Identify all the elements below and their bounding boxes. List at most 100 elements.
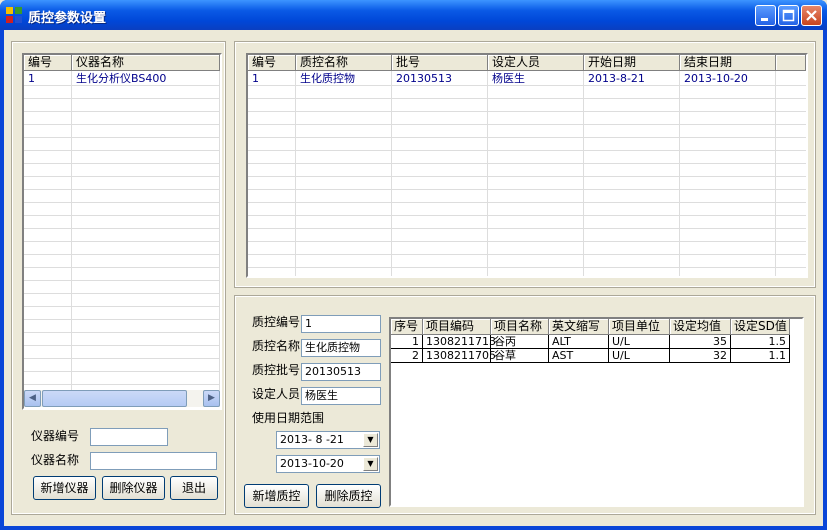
delete-instrument-button[interactable]: 删除仪器 [102,476,165,500]
column-header[interactable]: 项目单位 [609,319,670,335]
end-date-picker[interactable]: 2013-10-20 ▼ [276,455,380,473]
title-bar[interactable]: 质控参数设置 [0,0,827,30]
table-cell[interactable]: 32 [670,349,731,363]
maximize-button[interactable] [778,5,799,26]
column-header[interactable]: 开始日期 [584,55,680,71]
table-cell[interactable]: 1.5 [731,335,790,349]
grid-line [775,71,776,276]
column-header[interactable]: 设定人员 [488,55,584,71]
close-icon [806,10,817,21]
table-cell[interactable]: 1 [248,72,296,86]
qc-detail-panel: 质控编号 1 质控名称 生化质控物 质控批号 20130513 设定人员 杨医生… [234,295,816,515]
table-cell[interactable]: 1 [391,335,423,349]
qc-grid[interactable]: 编号 质控名称 批号 设定人员 开始日期 结束日期 1 生化质控物 201305… [246,53,808,278]
table-cell[interactable]: 2013-8-21 [584,72,680,86]
column-header[interactable]: 质控名称 [296,55,392,71]
table-cell[interactable]: 1.1 [731,349,790,363]
table-cell[interactable]: 杨医生 [488,72,584,86]
grid-line [248,124,806,125]
scroll-thumb[interactable] [42,390,187,407]
column-header[interactable]: 仪器名称 [72,55,220,71]
table-cell[interactable]: 生化分析仪BS400 [72,72,216,86]
table-cell[interactable]: U/L [609,335,670,349]
date-range-label: 使用日期范围 [252,411,325,425]
column-header[interactable]: 编号 [24,55,72,71]
grid-line [24,293,220,294]
app-grid-icon [6,7,22,23]
chevron-left-icon: ◀ [29,393,36,403]
add-instrument-button[interactable]: 新增仪器 [33,476,96,500]
instrument-id-field[interactable] [90,428,168,446]
qc-batch-field[interactable]: 20130513 [301,363,381,381]
table-cell[interactable]: 1308211713 [423,335,496,349]
qc-batch-label: 质控批号 [252,363,301,377]
column-header[interactable]: 编号 [248,55,296,71]
qc-person-field[interactable]: 杨医生 [301,387,381,405]
close-button[interactable] [801,5,822,26]
qc-id-field[interactable]: 1 [301,315,381,333]
app-window: 质控参数设置 编号 仪器名称 1 生化分析仪BS400 ◀ ▶ 仪器编号 仪器名… [0,0,827,530]
grid-line [24,358,220,359]
table-cell[interactable]: 1308211705 [423,349,496,363]
column-header[interactable]: 结束日期 [680,55,776,71]
scroll-right-button[interactable]: ▶ [203,390,220,407]
horizontal-scrollbar[interactable]: ◀ ▶ [24,390,220,407]
column-header[interactable]: 设定SD值 [731,319,790,335]
column-header[interactable]: 序号 [391,319,423,335]
grid-line [24,98,220,99]
grid-line [583,71,584,276]
exit-button[interactable]: 退出 [170,476,218,500]
qc-person-label: 设定人员 [252,387,301,401]
table-cell[interactable]: 35 [670,335,731,349]
table-cell[interactable]: 谷丙 [491,335,549,349]
instrument-name-field[interactable] [90,452,217,470]
grid-line [24,202,220,203]
qc-name-label: 质控名称 [252,339,301,353]
column-header[interactable]: 项目名称 [491,319,549,335]
minimize-button[interactable] [755,5,776,26]
grid-line [24,124,220,125]
grid-line [71,71,72,390]
grid-line [248,254,806,255]
grid-line [248,189,806,190]
table-cell[interactable]: 2 [391,349,423,363]
grid-line [248,163,806,164]
add-qc-button[interactable]: 新增质控 [244,484,309,508]
grid-line [24,280,220,281]
column-header[interactable]: 批号 [392,55,488,71]
table-cell[interactable]: AST [549,349,609,363]
table-cell[interactable]: 生化质控物 [296,72,392,86]
delete-qc-button[interactable]: 删除质控 [316,484,381,508]
table-cell[interactable]: 1 [24,72,72,86]
qc-item-grid[interactable]: 序号 项目编码 项目名称 英文缩写 项目单位 设定均值 设定SD值 1 1308… [389,317,804,507]
maximize-icon [782,9,795,22]
grid-line [248,241,806,242]
column-header[interactable]: 设定均值 [670,319,731,335]
grid-line [248,202,806,203]
instrument-grid[interactable]: 编号 仪器名称 1 生化分析仪BS400 ◀ ▶ [22,53,222,410]
qc-name-field[interactable]: 生化质控物 [301,339,381,357]
scroll-left-button[interactable]: ◀ [24,390,41,407]
grid-line [24,111,220,112]
table-cell[interactable]: 谷草 [491,349,549,363]
grid-line [248,176,806,177]
chevron-right-icon: ▶ [208,393,215,403]
start-date-picker[interactable]: 2013- 8 -21 ▼ [276,431,380,449]
column-header[interactable]: 项目编码 [423,319,491,335]
table-cell[interactable]: 20130513 [392,72,488,86]
qc-list-panel: 编号 质控名称 批号 设定人员 开始日期 结束日期 1 生化质控物 201305… [234,41,816,288]
grid-line [679,71,680,276]
grid-line [24,267,220,268]
table-cell[interactable]: U/L [609,349,670,363]
grid-line [248,215,806,216]
table-cell[interactable]: ALT [549,335,609,349]
column-header[interactable]: 英文缩写 [549,319,609,335]
grid-line [24,215,220,216]
client-area: 编号 仪器名称 1 生化分析仪BS400 ◀ ▶ 仪器编号 仪器名称 新增仪器 … [4,30,823,526]
grid-line [248,228,806,229]
table-cell[interactable]: 2013-10-20 [680,72,776,86]
dropdown-arrow-icon[interactable]: ▼ [363,457,378,471]
grid-line [248,111,806,112]
grid-line [24,319,220,320]
dropdown-arrow-icon[interactable]: ▼ [363,433,378,447]
